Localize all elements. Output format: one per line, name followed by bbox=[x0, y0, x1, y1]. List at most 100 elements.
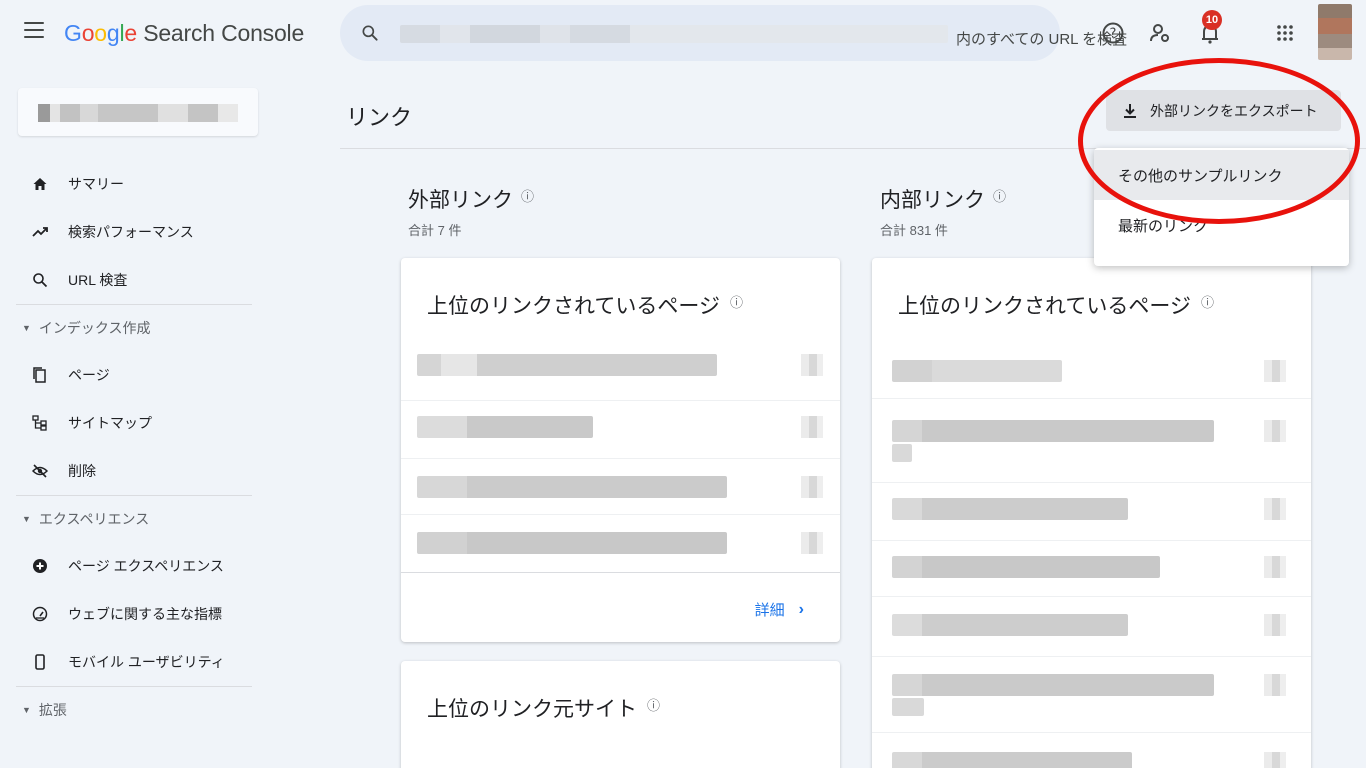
card-title: 上位のリンクされているページ ⓘ bbox=[427, 295, 743, 318]
home-icon bbox=[33, 178, 47, 190]
internal-links-heading: 内部リンク ⓘ bbox=[880, 189, 1007, 212]
menu-item-latest-links[interactable]: 最新のリンク bbox=[1094, 200, 1349, 250]
redacted-count bbox=[801, 476, 823, 498]
export-external-links-button[interactable]: 外部リンクをエクスポート bbox=[1106, 90, 1341, 131]
redacted-count bbox=[1264, 674, 1286, 696]
notification-badge: 10 bbox=[1202, 10, 1222, 30]
redacted-count bbox=[1264, 614, 1286, 636]
table-row[interactable] bbox=[872, 674, 1311, 718]
property-name-redacted bbox=[38, 104, 238, 122]
gauge-icon bbox=[32, 606, 48, 622]
redacted-count bbox=[1264, 498, 1286, 520]
redacted-url bbox=[417, 354, 717, 376]
url-inspection-search[interactable]: 内のすべての URL を検査 bbox=[340, 5, 1127, 61]
help-icon[interactable]: ⓘ bbox=[730, 295, 743, 310]
redacted-url bbox=[417, 476, 727, 498]
redacted-count bbox=[801, 532, 823, 554]
help-icon[interactable]: ⓘ bbox=[647, 698, 660, 713]
row-divider bbox=[872, 732, 1311, 733]
row-divider bbox=[872, 656, 1311, 657]
row-divider bbox=[872, 482, 1311, 483]
table-row[interactable] bbox=[872, 360, 1311, 390]
row-divider bbox=[872, 596, 1311, 597]
redacted-url bbox=[892, 444, 912, 462]
user-settings-icon[interactable] bbox=[1147, 20, 1173, 46]
external-links-heading: 外部リンク ⓘ bbox=[408, 189, 535, 212]
details-link[interactable]: 詳細 › bbox=[755, 599, 804, 620]
export-menu: その他のサンプルリンク 最新のリンク bbox=[1094, 148, 1349, 266]
sidebar-item-pages[interactable]: ページ bbox=[0, 351, 270, 399]
redacted-count bbox=[801, 416, 823, 438]
table-row[interactable] bbox=[401, 476, 840, 506]
section-experience[interactable]: ▼ エクスペリエンス bbox=[0, 496, 270, 542]
download-icon bbox=[1124, 103, 1136, 118]
caret-down-icon: ▼ bbox=[22, 514, 31, 524]
external-top-pages-card: 上位のリンクされているページ ⓘ 詳細 › bbox=[401, 258, 840, 642]
card-divider bbox=[401, 572, 840, 573]
redacted-url bbox=[892, 420, 1214, 442]
help-icon[interactable]: ⓘ bbox=[521, 189, 534, 204]
help-icon[interactable]: ⓘ bbox=[993, 189, 1006, 204]
card-title: 上位のリンク元サイト ⓘ bbox=[427, 698, 661, 721]
table-row[interactable] bbox=[401, 532, 840, 562]
redacted-url bbox=[892, 360, 1062, 382]
property-name-redacted bbox=[400, 25, 948, 43]
external-top-sites-card: 上位のリンク元サイト ⓘ bbox=[401, 661, 840, 768]
menu-icon[interactable] bbox=[24, 22, 44, 38]
trending-up-icon bbox=[32, 227, 48, 237]
page-title: リンク bbox=[346, 105, 413, 130]
redacted-url bbox=[892, 698, 924, 716]
caret-down-icon: ▼ bbox=[22, 705, 31, 715]
avatar[interactable] bbox=[1318, 4, 1352, 60]
redacted-url bbox=[417, 416, 593, 438]
search-icon bbox=[33, 273, 48, 288]
redacted-url bbox=[892, 498, 1128, 520]
card-title: 上位のリンクされているページ ⓘ bbox=[898, 295, 1214, 318]
row-divider bbox=[872, 540, 1311, 541]
table-row[interactable] bbox=[872, 614, 1311, 644]
chevron-right-icon: › bbox=[798, 600, 804, 618]
table-row[interactable] bbox=[872, 752, 1311, 768]
redacted-count bbox=[801, 354, 823, 376]
pages-icon bbox=[33, 367, 46, 383]
external-links-total: 合計 7 件 bbox=[408, 223, 462, 238]
plus-circle-icon bbox=[33, 559, 47, 573]
redacted-url bbox=[892, 556, 1160, 578]
sidebar-item-removals[interactable]: 削除 bbox=[0, 447, 270, 495]
table-row[interactable] bbox=[401, 416, 840, 446]
section-indexing[interactable]: ▼ インデックス作成 bbox=[0, 305, 270, 351]
section-enhancements[interactable]: ▼ 拡張 bbox=[0, 687, 270, 733]
sidebar-nav: サマリー 検索パフォーマンス URL 検査 ▼ インデックス作成 ページ サイト… bbox=[0, 160, 270, 733]
svg-text:?: ? bbox=[1110, 27, 1117, 42]
redacted-url bbox=[892, 614, 1128, 636]
sidebar-item-mobile-usability[interactable]: モバイル ユーザビリティ bbox=[0, 638, 270, 686]
table-row[interactable] bbox=[872, 420, 1311, 464]
menu-item-more-sample-links[interactable]: その他のサンプルリンク bbox=[1094, 150, 1349, 200]
redacted-count bbox=[1264, 420, 1286, 442]
property-selector[interactable] bbox=[18, 88, 258, 136]
redacted-url bbox=[892, 752, 1132, 768]
help-icon[interactable]: ? bbox=[1100, 20, 1126, 46]
sidebar-item-page-experience[interactable]: ページ エクスペリエンス bbox=[0, 542, 270, 590]
search-icon bbox=[362, 25, 378, 41]
table-row[interactable] bbox=[872, 498, 1311, 528]
sidebar-item-sitemaps[interactable]: サイトマップ bbox=[0, 399, 270, 447]
internal-links-total: 合計 831 件 bbox=[880, 223, 948, 238]
app-logo[interactable]: Google Search Console bbox=[64, 20, 304, 47]
row-divider bbox=[872, 398, 1311, 399]
sidebar-item-summary[interactable]: サマリー bbox=[0, 160, 270, 208]
sidebar-item-performance[interactable]: 検索パフォーマンス bbox=[0, 208, 270, 256]
table-row[interactable] bbox=[872, 556, 1311, 586]
removal-icon bbox=[32, 464, 48, 478]
table-row[interactable] bbox=[401, 354, 840, 384]
sitemap-icon bbox=[32, 415, 47, 431]
sidebar-item-core-web-vitals[interactable]: ウェブに関する主な指標 bbox=[0, 590, 270, 638]
redacted-count bbox=[1264, 360, 1286, 382]
apps-grid-icon[interactable] bbox=[1272, 20, 1298, 46]
row-divider bbox=[401, 514, 840, 515]
sidebar-item-url-inspection[interactable]: URL 検査 bbox=[0, 256, 270, 304]
row-divider bbox=[401, 400, 840, 401]
top-bar: Google Search Console 内のすべての URL を検査 ? 1… bbox=[0, 0, 1366, 68]
help-icon[interactable]: ⓘ bbox=[1201, 295, 1214, 310]
row-divider bbox=[401, 458, 840, 459]
